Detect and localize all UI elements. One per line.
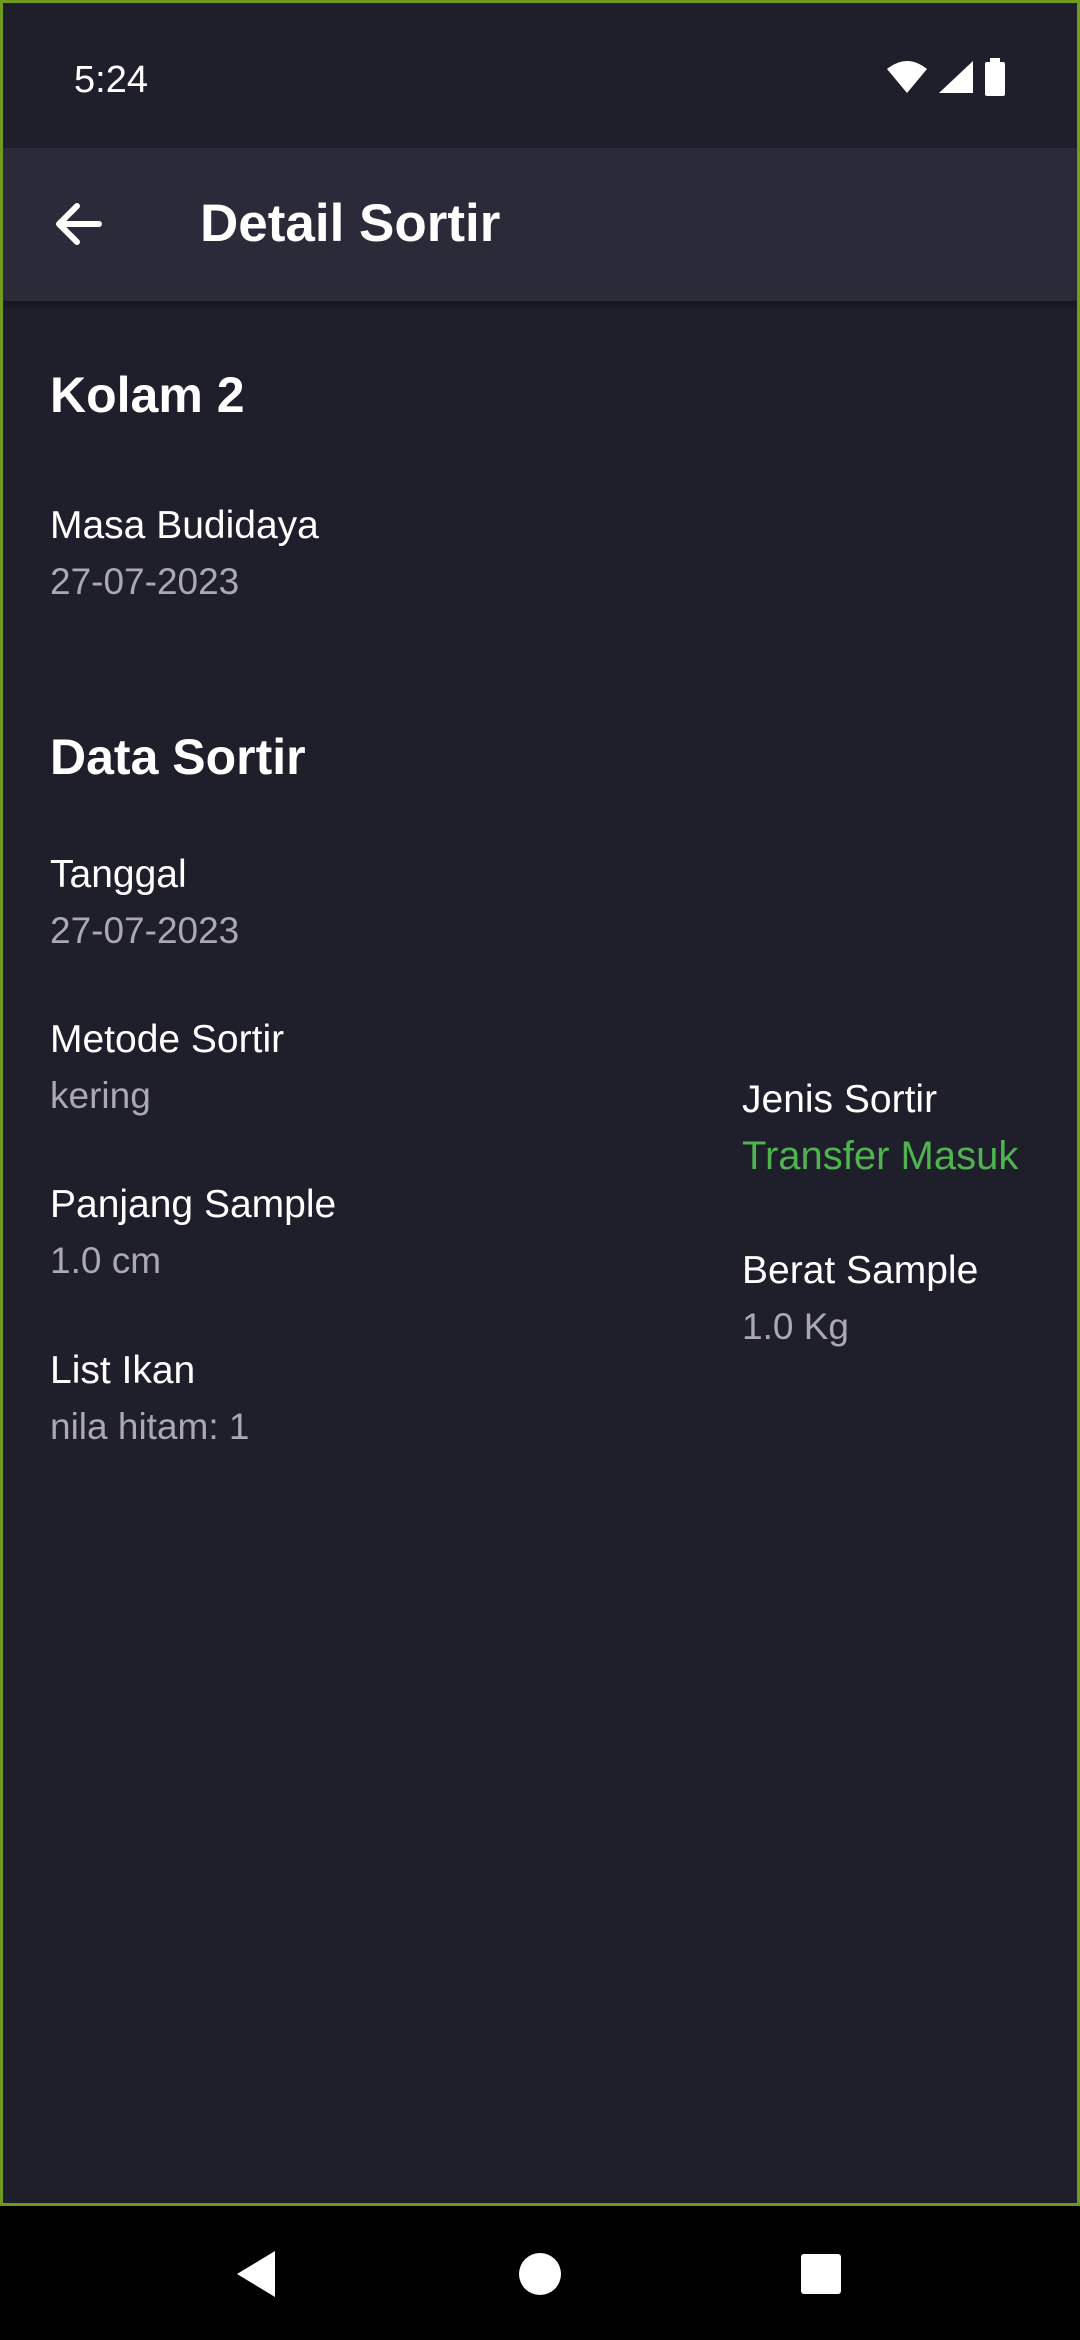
jenis-sortir-value: Transfer Masuk <box>742 1134 1019 1178</box>
panjang-sample-field: Panjang Sample 1.0 cm <box>50 1180 336 1286</box>
content: Kolam 2 Masa Budidaya 27-07-2023 Data So… <box>50 301 1077 2203</box>
app-bar: Detail Sortir <box>3 148 1077 301</box>
tanggal-field: Tanggal 27-07-2023 <box>50 850 239 956</box>
berat-sample-field: Berat Sample 1.0 Kg <box>742 1246 978 1352</box>
data-sortir-title: Data Sortir <box>50 729 306 785</box>
nav-home-icon <box>518 2252 562 2301</box>
wifi-icon <box>885 59 929 100</box>
status-bar: 5:24 <box>3 3 1077 148</box>
arrow-left-icon <box>53 201 103 252</box>
tanggal-label: Tanggal <box>50 853 187 896</box>
status-icons <box>885 57 1007 101</box>
battery-icon <box>983 57 1007 101</box>
list-ikan-field: List Ikan nila hitam: 1 <box>50 1346 250 1452</box>
berat-sample-value: 1.0 Kg <box>742 1306 849 1347</box>
nav-home-button[interactable] <box>500 2236 580 2316</box>
nav-recents-button[interactable] <box>781 2236 861 2316</box>
masa-budidaya-value: 27-07-2023 <box>50 561 240 602</box>
page-title: Detail Sortir <box>200 194 501 253</box>
jenis-sortir-field: Jenis Sortir Transfer Masuk <box>742 1075 1018 1181</box>
jenis-sortir-label: Jenis Sortir <box>742 1078 938 1121</box>
system-nav-bar <box>0 2206 1080 2340</box>
status-time: 5:24 <box>74 59 148 101</box>
panjang-sample-label: Panjang Sample <box>50 1183 337 1226</box>
nav-recents-icon <box>800 2253 842 2300</box>
masa-budidaya-field: Masa Budidaya 27-07-2023 <box>50 501 319 607</box>
back-button[interactable] <box>36 184 120 268</box>
metode-sortir-value: kering <box>50 1075 151 1116</box>
screen: 5:24 Detail Sortir Kolam 2 Masa Budidaya… <box>0 0 1080 2206</box>
list-ikan-label: List Ikan <box>50 1349 196 1392</box>
pond-name: Kolam 2 <box>50 367 245 423</box>
signal-icon <box>937 59 975 100</box>
panjang-sample-value: 1.0 cm <box>50 1240 162 1281</box>
nav-back-button[interactable] <box>216 2236 296 2316</box>
masa-budidaya-label: Masa Budidaya <box>50 504 319 547</box>
list-ikan-value: nila hitam: 1 <box>50 1406 250 1447</box>
metode-sortir-label: Metode Sortir <box>50 1018 285 1061</box>
berat-sample-label: Berat Sample <box>742 1249 979 1292</box>
tanggal-value: 27-07-2023 <box>50 910 240 951</box>
metode-sortir-field: Metode Sortir kering <box>50 1015 284 1121</box>
nav-back-icon <box>233 2249 279 2304</box>
